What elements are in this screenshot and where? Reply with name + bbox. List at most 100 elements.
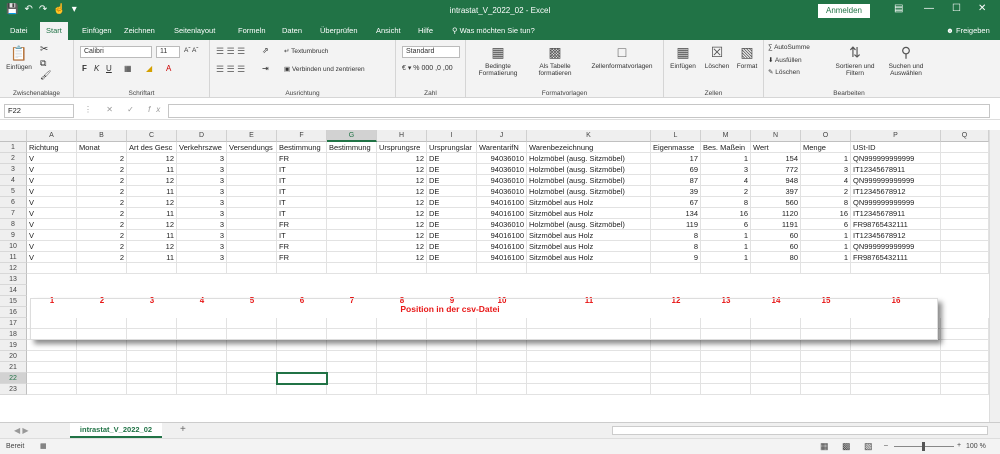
data-cell[interactable]: 8 [801, 197, 851, 208]
data-cell[interactable]: Holzmöbel (ausg. Sitzmöbel) [527, 164, 651, 175]
data-cell[interactable]: 3 [177, 197, 227, 208]
signin-button[interactable]: Anmelden [818, 4, 870, 18]
row-header[interactable]: 9 [0, 230, 27, 241]
tab-daten[interactable]: Daten [276, 22, 308, 40]
empty-cell[interactable] [327, 351, 377, 362]
empty-cell[interactable] [427, 384, 477, 395]
empty-cell[interactable] [851, 362, 941, 373]
data-cell[interactable]: DE [427, 230, 477, 241]
data-cell[interactable] [327, 208, 377, 219]
empty-cell[interactable] [751, 263, 801, 274]
tell-me-search[interactable]: ⚲ Was möchten Sie tun? [446, 22, 541, 40]
empty-cell[interactable] [801, 384, 851, 395]
empty-cell[interactable] [77, 373, 127, 384]
empty-cell[interactable] [127, 362, 177, 373]
empty-cell[interactable] [651, 373, 701, 384]
currency-icon[interactable]: € ▾ % 000 ,0 ,00 [402, 64, 453, 72]
data-cell[interactable]: 2 [77, 252, 127, 263]
data-cell[interactable]: IT12345678912 [851, 186, 941, 197]
data-cell[interactable]: 397 [751, 186, 801, 197]
empty-cell[interactable] [77, 384, 127, 395]
empty-cell[interactable] [377, 351, 427, 362]
row-header[interactable]: 23 [0, 384, 27, 395]
empty-cell[interactable] [941, 362, 989, 373]
empty-cell[interactable] [851, 384, 941, 395]
data-cell[interactable]: 60 [751, 241, 801, 252]
data-cell[interactable]: IT12345678912 [851, 230, 941, 241]
insert-cells-button[interactable]: ▦ Einfügen [668, 43, 698, 70]
data-cell[interactable]: 60 [751, 230, 801, 241]
paste-button[interactable]: 📋 Einfügen [4, 44, 34, 71]
data-cell[interactable]: Sitzmöbel aus Holz [527, 241, 651, 252]
fill-color-icon[interactable]: ◢ [146, 64, 152, 73]
clear-button[interactable]: ✎ Löschen [768, 68, 800, 76]
data-cell[interactable]: V [27, 164, 77, 175]
data-cell[interactable]: 11 [127, 252, 177, 263]
row-header[interactable]: 12 [0, 263, 27, 274]
row-header[interactable]: 4 [0, 175, 27, 186]
data-cell[interactable]: 3 [177, 164, 227, 175]
column-header-c[interactable]: C [127, 130, 177, 142]
data-cell[interactable]: 2 [77, 175, 127, 186]
empty-cell[interactable] [651, 384, 701, 395]
empty-cell[interactable] [427, 373, 477, 384]
selected-cell[interactable] [276, 372, 328, 385]
number-format-box[interactable]: Standard [402, 46, 460, 58]
empty-cell[interactable] [941, 197, 989, 208]
data-cell[interactable]: FR [277, 153, 327, 164]
font-grow-icon[interactable]: Aˆ Aˇ [184, 47, 198, 54]
data-cell[interactable]: Holzmöbel (ausg. Sitzmöbel) [527, 186, 651, 197]
header-cell[interactable]: Bestimmung [327, 142, 377, 153]
format-painter-icon[interactable]: 🖌 [40, 70, 51, 81]
header-cell[interactable]: Versendungs [227, 142, 277, 153]
empty-cell[interactable] [941, 230, 989, 241]
data-cell[interactable]: 1 [701, 241, 751, 252]
data-cell[interactable]: 2 [77, 230, 127, 241]
data-cell[interactable]: 9 [651, 252, 701, 263]
select-all-corner[interactable] [0, 130, 27, 142]
empty-cell[interactable] [327, 362, 377, 373]
data-cell[interactable]: 8 [651, 241, 701, 252]
row-header[interactable]: 20 [0, 351, 27, 362]
empty-cell[interactable] [751, 351, 801, 362]
data-cell[interactable]: Sitzmöbel aus Holz [527, 208, 651, 219]
header-cell[interactable]: WarentarifN [477, 142, 527, 153]
column-header-n[interactable]: N [751, 130, 801, 142]
empty-cell[interactable] [477, 362, 527, 373]
font-size-box[interactable]: 11 [156, 46, 180, 58]
data-cell[interactable]: 12 [127, 153, 177, 164]
empty-cell[interactable] [427, 351, 477, 362]
column-header-i[interactable]: I [427, 130, 477, 142]
tab-zeichnen[interactable]: Zeichnen [118, 22, 161, 40]
data-cell[interactable]: 154 [751, 153, 801, 164]
data-cell[interactable]: 69 [651, 164, 701, 175]
data-cell[interactable] [227, 252, 277, 263]
empty-cell[interactable] [941, 153, 989, 164]
empty-cell[interactable] [941, 241, 989, 252]
column-header-g[interactable]: G [327, 130, 377, 142]
empty-cell[interactable] [941, 208, 989, 219]
data-cell[interactable]: 94036010 [477, 164, 527, 175]
data-cell[interactable]: 94036010 [477, 153, 527, 164]
data-cell[interactable]: V [27, 241, 77, 252]
zoom-thumb[interactable] [922, 442, 925, 451]
empty-cell[interactable] [751, 340, 801, 351]
empty-cell[interactable] [277, 384, 327, 395]
empty-cell[interactable] [427, 362, 477, 373]
empty-cell[interactable] [227, 373, 277, 384]
data-cell[interactable]: Sitzmöbel aus Holz [527, 230, 651, 241]
header-cell[interactable]: Richtung [27, 142, 77, 153]
data-cell[interactable]: 1 [801, 252, 851, 263]
row-header[interactable]: 22 [0, 373, 27, 384]
data-cell[interactable]: 12 [377, 219, 427, 230]
data-cell[interactable]: FR98765432111 [851, 252, 941, 263]
data-cell[interactable]: 4 [701, 175, 751, 186]
empty-cell[interactable] [377, 384, 427, 395]
data-cell[interactable]: 11 [127, 208, 177, 219]
header-cell[interactable]: Menge [801, 142, 851, 153]
data-cell[interactable]: IT [277, 186, 327, 197]
data-cell[interactable]: 2 [77, 219, 127, 230]
empty-cell[interactable] [327, 340, 377, 351]
empty-cell[interactable] [477, 340, 527, 351]
empty-cell[interactable] [27, 384, 77, 395]
